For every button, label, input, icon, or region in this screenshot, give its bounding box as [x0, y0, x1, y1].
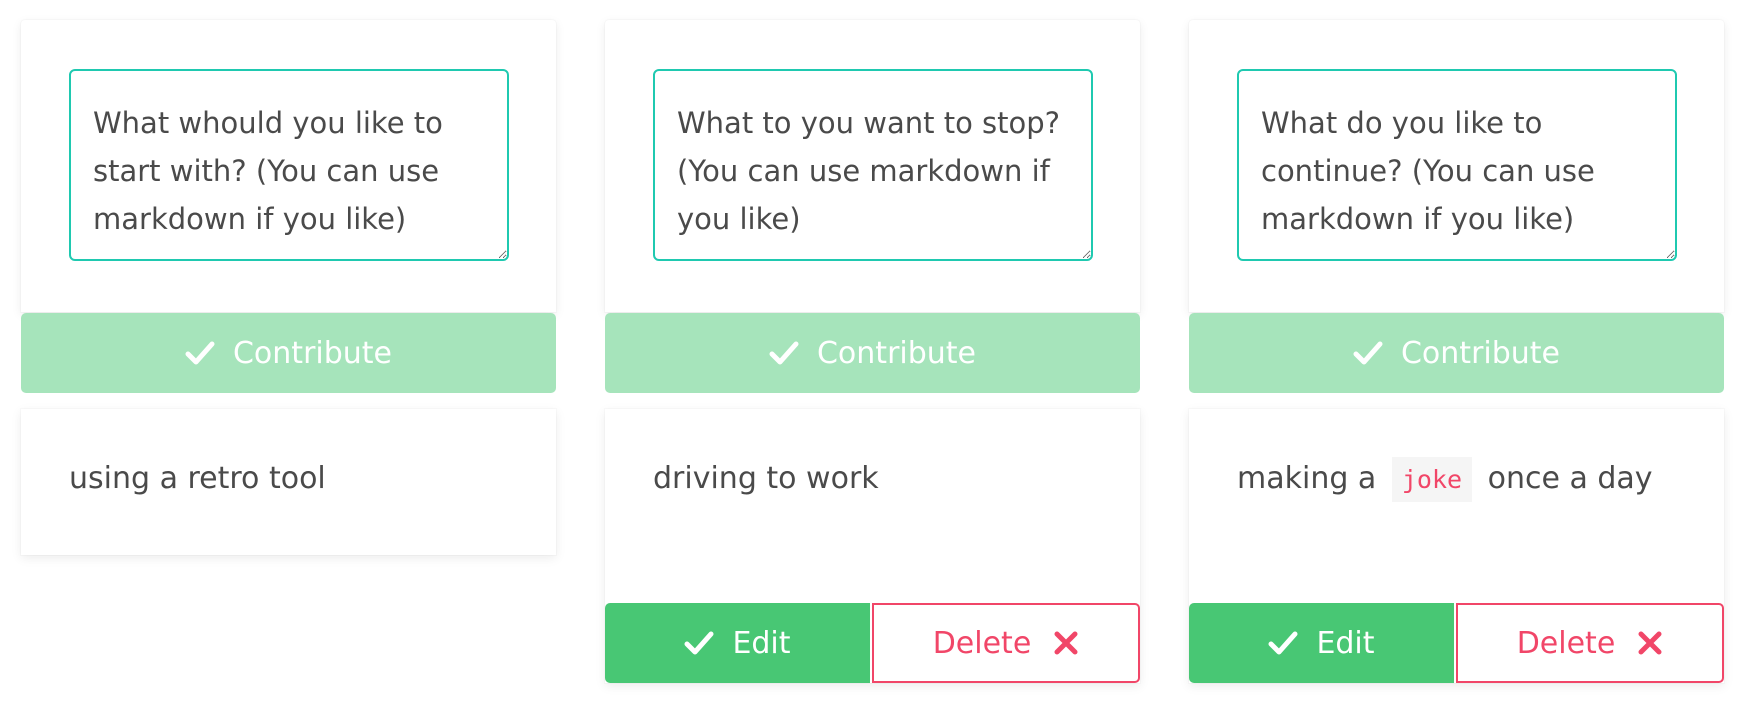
- column-start: Contribute using a retro tool: [21, 20, 556, 555]
- contribute-button[interactable]: Contribute: [21, 313, 556, 393]
- delete-label: Delete: [1516, 625, 1616, 661]
- delete-button[interactable]: Delete: [1456, 603, 1724, 683]
- check-icon: [185, 341, 215, 365]
- delete-label: Delete: [932, 625, 1032, 661]
- input-card: [21, 20, 556, 312]
- item-card: driving to work Edit Delete: [605, 409, 1140, 683]
- start-textarea[interactable]: [69, 69, 509, 261]
- delete-button[interactable]: Delete: [872, 603, 1140, 683]
- inline-code: joke: [1391, 457, 1473, 502]
- textarea-wrapper: [1237, 69, 1677, 261]
- close-icon: [1638, 631, 1662, 655]
- item-text-after: once a day: [1487, 461, 1653, 496]
- item-actions: Edit Delete: [605, 603, 1140, 683]
- column-stop: Contribute driving to work Edit Delete: [605, 20, 1140, 683]
- edit-label: Edit: [1316, 625, 1375, 661]
- item-actions: Edit Delete: [1189, 603, 1724, 683]
- retro-board: Contribute using a retro tool Contribute…: [0, 0, 1746, 709]
- item-text: driving to work: [653, 461, 879, 496]
- item-text: using a retro tool: [69, 461, 326, 496]
- item-text: making a joke once a day: [1237, 457, 1653, 502]
- column-continue: Contribute making a joke once a day Edit…: [1189, 20, 1724, 683]
- continue-textarea[interactable]: [1237, 69, 1677, 261]
- item-card: making a joke once a day Edit Delete: [1189, 409, 1724, 683]
- check-icon: [1268, 631, 1298, 655]
- textarea-wrapper: [69, 69, 509, 261]
- item-text-before: making a: [1237, 461, 1377, 496]
- check-icon: [1353, 341, 1383, 365]
- contribute-label: Contribute: [232, 335, 393, 371]
- item-card: using a retro tool: [21, 409, 556, 555]
- input-card: [1189, 20, 1724, 312]
- stop-textarea[interactable]: [653, 69, 1093, 261]
- edit-label: Edit: [732, 625, 791, 661]
- check-icon: [684, 631, 714, 655]
- textarea-wrapper: [653, 69, 1093, 261]
- contribute-label: Contribute: [816, 335, 977, 371]
- input-card: [605, 20, 1140, 312]
- contribute-button[interactable]: Contribute: [1189, 313, 1724, 393]
- edit-button[interactable]: Edit: [605, 603, 870, 683]
- edit-button[interactable]: Edit: [1189, 603, 1454, 683]
- check-icon: [769, 341, 799, 365]
- contribute-button[interactable]: Contribute: [605, 313, 1140, 393]
- close-icon: [1054, 631, 1078, 655]
- contribute-label: Contribute: [1400, 335, 1561, 371]
